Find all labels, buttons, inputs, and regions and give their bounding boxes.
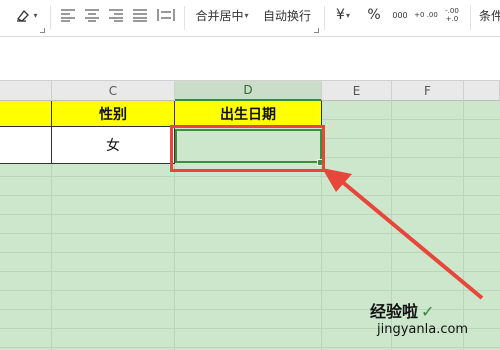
watermark-title: 经验啦 ✓	[370, 302, 435, 321]
checkmark-icon: ✓	[421, 302, 435, 321]
watermark-url: jingyanla.com	[377, 322, 469, 337]
